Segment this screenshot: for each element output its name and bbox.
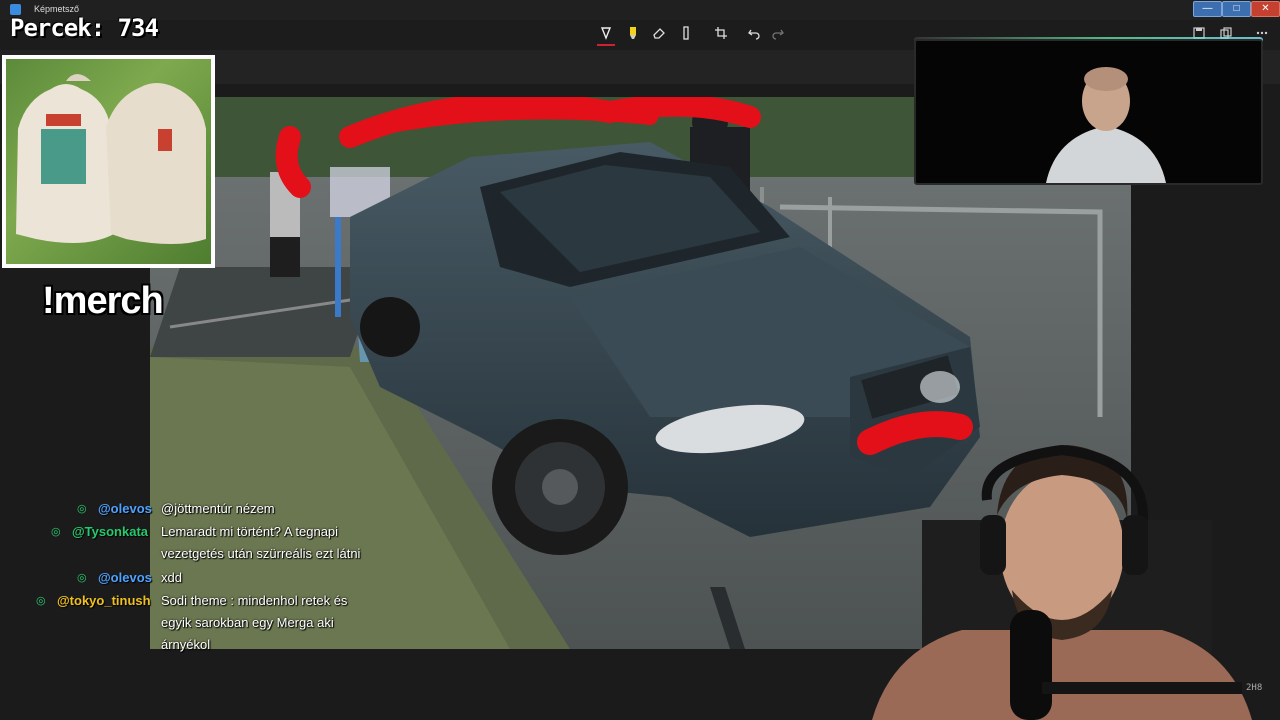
highlighter-icon[interactable]	[624, 26, 642, 44]
chat-message: @jöttmentúr nézem	[161, 501, 275, 516]
title-bar	[0, 0, 1280, 20]
chat-badge-icon: ◎	[36, 595, 46, 607]
minimize-button[interactable]: —	[1193, 1, 1222, 17]
undo-icon[interactable]	[745, 26, 763, 44]
chat-username: @olevos	[98, 570, 152, 585]
chat-badge-icon: ◎	[51, 526, 61, 538]
chat-message: xdd	[161, 570, 182, 585]
window-title: Képmetsző	[34, 4, 80, 14]
guest-webcam	[914, 39, 1263, 185]
chat-username: @Tysonkata	[72, 524, 149, 539]
chat-message: árnyékol	[161, 637, 211, 652]
chat-message: Sodi theme : mindenhol retek és	[161, 593, 348, 608]
hoodie-image	[6, 59, 211, 264]
chat-badge-icon: ◎	[77, 572, 87, 584]
crop-icon[interactable]	[712, 26, 730, 44]
maximize-button[interactable]: □	[1222, 1, 1251, 17]
chat-message: egyik sarokban egy Merga aki	[161, 615, 334, 630]
streamer-webcam	[872, 420, 1280, 720]
minutes-counter-label: Percek:	[10, 14, 105, 42]
eraser-icon[interactable]	[650, 26, 668, 44]
ruler-icon[interactable]	[677, 26, 695, 44]
merch-command: !merch	[42, 280, 164, 322]
minutes-counter: Percek: 734	[10, 14, 159, 42]
chat-message: vezetgetés után szürreális ezt látni	[161, 546, 361, 561]
minutes-counter-value: 734	[117, 14, 159, 42]
webcam-watermark: 2H8	[1246, 683, 1263, 693]
redo-icon[interactable]	[769, 26, 787, 44]
chat-badge-icon: ◎	[77, 503, 87, 515]
chat-message: Lemaradt mi történt? A tegnapi	[161, 524, 339, 539]
chat-username: @tokyo_tinush	[57, 593, 151, 608]
ballpoint-pen-icon[interactable]	[597, 26, 615, 46]
close-button[interactable]: ✕	[1251, 1, 1280, 17]
merch-card	[2, 55, 215, 268]
chat-username: @olevos	[98, 501, 152, 516]
